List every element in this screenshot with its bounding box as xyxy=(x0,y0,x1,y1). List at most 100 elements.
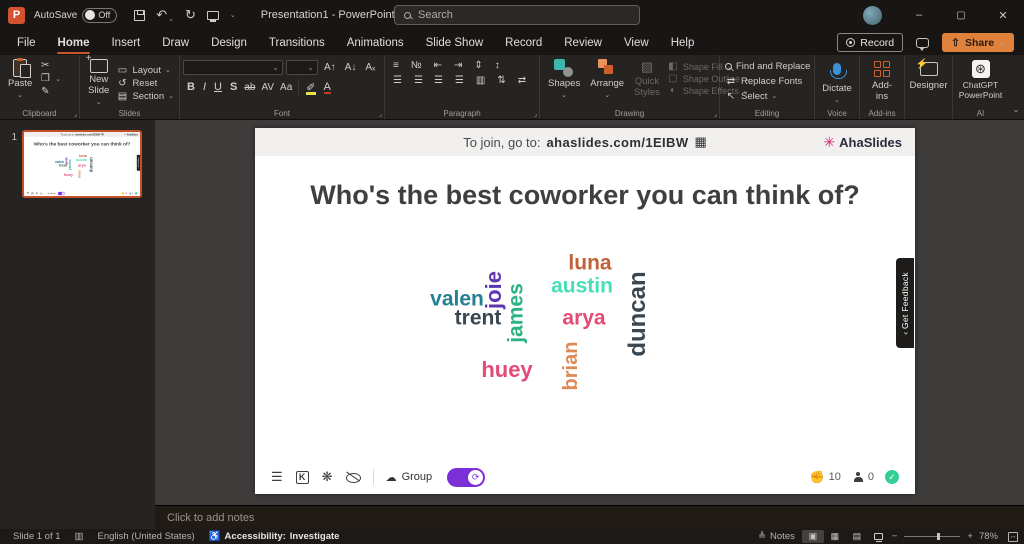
arrange-button[interactable]: Arrange ⌄ xyxy=(585,58,629,101)
ribbon-tab[interactable]: Home xyxy=(47,30,101,55)
chatgpt-powerpoint-button[interactable]: ⊛ ChatGPT PowerPoint xyxy=(956,58,1005,102)
group-setting[interactable]: ☁ Group xyxy=(386,471,433,484)
user-avatar[interactable] xyxy=(863,5,882,25)
columns-button[interactable]: ▥ xyxy=(473,75,488,86)
zoom-level[interactable]: 78% xyxy=(975,531,1002,542)
zoom-slider[interactable] xyxy=(904,533,961,540)
drawing-dialog-launcher-icon[interactable]: ⌟ xyxy=(714,110,717,118)
slide-1-thumbnail[interactable]: To join, go to: ahaslides.com/1EIBW ▦ ✳ A… xyxy=(22,130,142,198)
undo-dropdown-icon[interactable]: ⌄ xyxy=(168,15,174,23)
shapes-button[interactable]: Shapes ⌄ xyxy=(543,58,585,101)
new-slide-button[interactable]: New Slide ⌄ xyxy=(83,53,114,108)
quick-styles-button[interactable]: ▨ Quick Styles xyxy=(629,59,665,100)
align-center-button[interactable]: ☰ xyxy=(411,75,425,86)
slide-editing-canvas[interactable]: To join, go to: ahaslides.com/1EIBW ▦ ✳ … xyxy=(155,120,1024,505)
find-replace-button[interactable]: Find and Replace xyxy=(725,62,810,72)
font-name-combo[interactable]: ⌄ xyxy=(183,60,283,75)
text-highlight-button[interactable]: ✐ xyxy=(302,81,319,95)
ribbon-tab[interactable]: Animations xyxy=(336,30,415,55)
shrink-font-button[interactable]: A↓ xyxy=(342,62,360,73)
ribbon-tab[interactable]: Transitions xyxy=(258,30,336,55)
ribbon-tab[interactable]: Slide Show xyxy=(415,30,495,55)
ribbon-tab[interactable]: Record xyxy=(494,30,553,55)
paste-button[interactable]: Paste ⌄ xyxy=(3,58,37,101)
record-button[interactable]: Record xyxy=(837,33,904,52)
celebration-icon[interactable]: ❋ xyxy=(322,469,333,485)
ribbon-tab[interactable]: Design xyxy=(200,30,258,55)
start-slideshow-icon[interactable] xyxy=(206,10,219,20)
decrease-indent-button[interactable]: ⇤ xyxy=(431,60,445,71)
zoom-in-button[interactable]: + xyxy=(965,531,975,542)
save-icon[interactable] xyxy=(134,9,146,21)
slideshow-view-button[interactable] xyxy=(868,530,890,543)
line-spacing-button[interactable]: ⇕ xyxy=(471,60,485,71)
zoom-out-button[interactable]: − xyxy=(890,531,900,542)
bullets-button[interactable]: ≡ xyxy=(390,60,402,71)
notes-toggle-button[interactable]: ≜ Notes xyxy=(751,531,802,542)
maximize-button[interactable]: ▢ xyxy=(940,0,982,30)
notes-pane[interactable]: Click to add notes xyxy=(155,505,1024,529)
fit-slide-to-window-button[interactable]: ↔ xyxy=(1008,531,1018,542)
grow-font-button[interactable]: A↑ xyxy=(321,62,339,73)
accessibility-status[interactable]: ♿ Accessibility: Investigate xyxy=(202,531,347,542)
increase-indent-button[interactable]: ⇥ xyxy=(451,60,465,71)
ribbon-tab[interactable]: Review xyxy=(553,30,613,55)
strikethrough-button[interactable]: ab xyxy=(241,82,258,93)
justify-button[interactable]: ☰ xyxy=(452,75,467,86)
italic-button[interactable]: I xyxy=(199,81,210,93)
text-direction-button[interactable]: ↕ xyxy=(492,60,503,71)
minimize-button[interactable]: – xyxy=(898,0,940,30)
layout-button[interactable]: ▭ Layout ⌄ xyxy=(116,65,174,76)
ribbon-tab[interactable]: View xyxy=(613,30,660,55)
paste-dropdown-icon[interactable]: ⌄ xyxy=(17,92,23,100)
normal-view-button[interactable]: ▣ xyxy=(801,530,824,543)
replace-fonts-button[interactable]: ⇄ Replace Fonts xyxy=(725,76,809,87)
section-button[interactable]: ▤ Section ⌄ xyxy=(116,91,174,102)
slide-sorter-view-button[interactable]: ▦ xyxy=(824,530,846,543)
zoom-slider-thumb[interactable] xyxy=(936,533,940,540)
present-toggle[interactable]: ⟳ xyxy=(447,467,486,487)
collapse-ribbon-icon[interactable]: ⌄ xyxy=(1008,55,1024,119)
copy-button[interactable]: ❐ ⌄ xyxy=(39,74,61,84)
underline-button[interactable]: U xyxy=(210,81,226,93)
undo-button[interactable]: ↶ ⌄ xyxy=(156,7,174,23)
autosave-toggle[interactable]: Off xyxy=(82,7,118,23)
powerpoint-app-icon[interactable]: P xyxy=(8,6,25,24)
format-painter-button[interactable]: ✎ xyxy=(39,87,61,97)
share-button[interactable]: ⇧ Share ⌄ xyxy=(942,33,1014,52)
bold-button[interactable]: B xyxy=(183,81,199,93)
paragraph-dialog-launcher-icon[interactable]: ⌟ xyxy=(534,110,537,118)
dictate-button[interactable]: Dictate ⌄ xyxy=(818,58,856,106)
slide-1[interactable]: To join, go to: ahaslides.com/1EIBW ▦ ✳ … xyxy=(255,128,915,494)
ribbon-tab[interactable]: Insert xyxy=(100,30,151,55)
ribbon-tab[interactable]: Draw xyxy=(151,30,200,55)
convert-smartart-button[interactable]: ⇄ xyxy=(515,75,529,86)
redo-button[interactable]: ↻ xyxy=(185,7,196,23)
menu-icon[interactable]: ☰ xyxy=(271,469,283,485)
font-dialog-launcher-icon[interactable]: ⌟ xyxy=(379,110,382,118)
align-left-button[interactable]: ☰ xyxy=(390,75,405,86)
customize-quick-access-icon[interactable]: ⌄ xyxy=(230,11,236,19)
reading-view-button[interactable]: ▤ xyxy=(846,530,868,543)
search-input[interactable]: Search xyxy=(394,5,640,25)
numbering-button[interactable]: № xyxy=(408,60,425,71)
close-button[interactable]: ✕ xyxy=(982,0,1024,30)
hide-results-icon[interactable] xyxy=(345,470,361,484)
ribbon-tab[interactable]: File xyxy=(6,30,47,55)
autosave-control[interactable]: AutoSave Off xyxy=(34,7,118,23)
align-right-button[interactable]: ☰ xyxy=(431,75,446,86)
clear-formatting-button[interactable]: Aₓ xyxy=(362,62,378,73)
spellcheck-icon[interactable]: ▥ xyxy=(68,531,91,542)
ribbon-tab[interactable]: Help xyxy=(660,30,706,55)
keyboard-shortcut-icon[interactable]: K xyxy=(295,470,309,484)
align-text-button[interactable]: ⇅ xyxy=(494,75,508,86)
reset-button[interactable]: ↺ Reset xyxy=(116,78,174,89)
clipboard-dialog-launcher-icon[interactable]: ⌟ xyxy=(74,110,77,118)
get-feedback-tab[interactable]: ‹ Get Feedback xyxy=(896,258,914,348)
designer-button[interactable]: Designer xyxy=(908,58,949,93)
language-status[interactable]: English (United States) xyxy=(91,531,202,542)
change-case-button[interactable]: Aa xyxy=(277,82,295,93)
comments-icon[interactable] xyxy=(916,37,930,51)
cut-button[interactable]: ✂ xyxy=(39,61,61,71)
addins-button[interactable]: Add-ins xyxy=(863,58,901,104)
